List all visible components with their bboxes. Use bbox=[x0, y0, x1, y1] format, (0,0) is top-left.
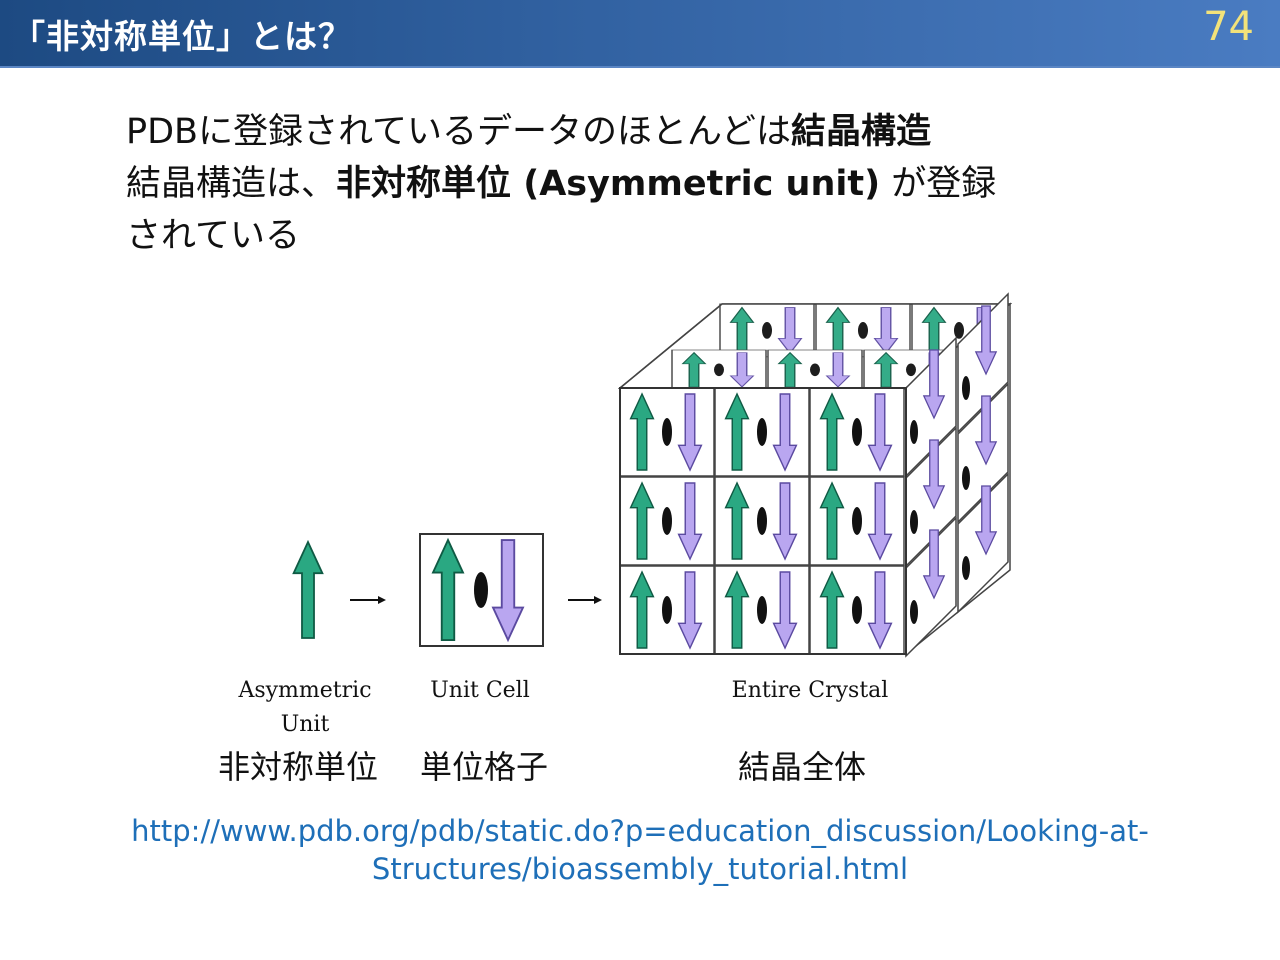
crystal-front bbox=[619, 387, 907, 655]
body-line-3: されている bbox=[126, 216, 300, 256]
slide-title: 「非対称単位」とは？ bbox=[12, 17, 352, 56]
arrow-1 bbox=[350, 596, 386, 604]
label-unit-cell: Unit Cell bbox=[430, 678, 530, 703]
arrow-2 bbox=[568, 596, 602, 604]
body-line-2-tail: が登録 bbox=[880, 164, 997, 204]
source-url-line-2[interactable]: Structures/bioassembly_tutorial.html bbox=[0, 850, 1280, 888]
unit-cell-box bbox=[419, 533, 544, 647]
body-line-2-text: 結晶構造は、 bbox=[126, 164, 337, 204]
title-bar: 「非対称単位」とは？ 74 bbox=[0, 0, 1280, 68]
asymmetric-unit-figure: Asymmetric Unit Unit Cell Entire Crystal… bbox=[200, 290, 1100, 786]
jp-label-asymmetric-unit: 非対称単位 bbox=[218, 748, 379, 786]
label-entire-crystal: Entire Crystal bbox=[731, 678, 889, 703]
source-url-line-1[interactable]: http://www.pdb.org/pdb/static.do?p=educa… bbox=[0, 812, 1280, 850]
body-line-2-bold: 非対称単位 (Asymmetric unit) bbox=[336, 164, 881, 204]
asymmetric-unit-arrow bbox=[292, 541, 324, 639]
body-line-1: PDBに登録されているデータのほとんどは結晶構造 bbox=[126, 106, 1186, 158]
body-text: PDBに登録されているデータのほとんどは結晶構造 結晶構造は、非対称単位 (As… bbox=[126, 106, 1186, 262]
body-line-1-text: PDBに登録されているデータのほとんどは bbox=[126, 112, 791, 152]
body-line-1-bold: 結晶構造 bbox=[790, 112, 931, 152]
jp-label-entire-crystal: 結晶全体 bbox=[738, 748, 867, 786]
body-line-2: 結晶構造は、非対称単位 (Asymmetric unit) が登録 bbox=[126, 158, 1186, 210]
page-number: 74 bbox=[1203, 4, 1254, 50]
label-asymmetric-unit: Asymmetric Unit bbox=[238, 678, 372, 737]
jp-label-unit-cell: 単位格子 bbox=[420, 748, 549, 786]
source-link[interactable]: http://www.pdb.org/pdb/static.do?p=educa… bbox=[0, 812, 1280, 888]
